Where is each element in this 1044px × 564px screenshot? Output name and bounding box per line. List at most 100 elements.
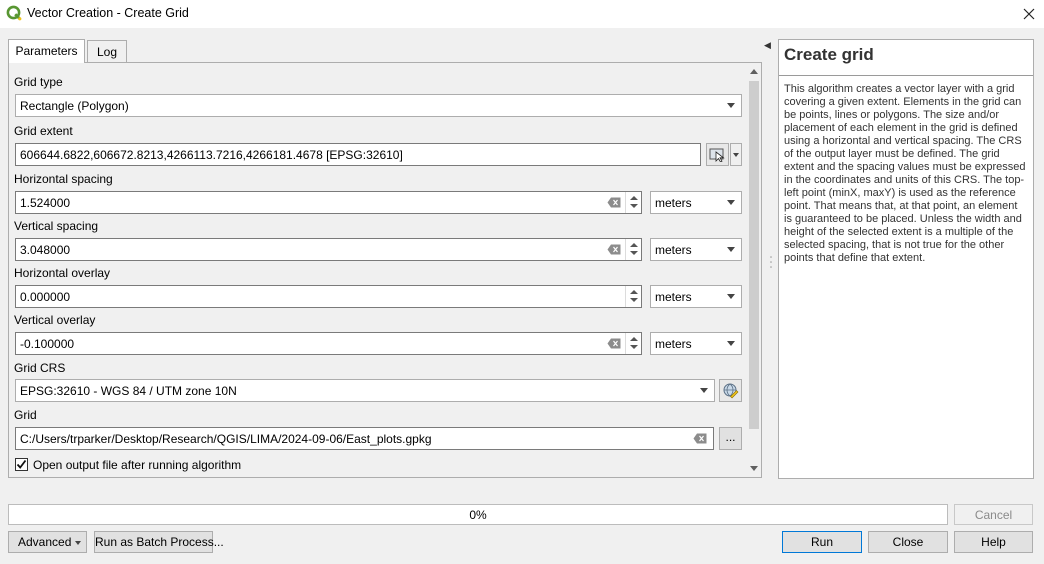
vertical-overlay-unit: meters: [655, 337, 692, 351]
progress-text: 0%: [469, 508, 487, 522]
grid-crs-label: Grid CRS: [14, 361, 66, 375]
browse-output-label: ...: [725, 430, 736, 444]
checkmark-icon: [16, 459, 27, 469]
spin-down-icon[interactable]: [630, 251, 638, 255]
parameters-scrollbar[interactable]: [747, 63, 761, 477]
close-icon: [1023, 8, 1035, 20]
open-output-checkbox[interactable]: [15, 458, 28, 471]
horizontal-overlay-stepper[interactable]: [625, 286, 641, 307]
chevron-down-icon: [727, 341, 735, 346]
tab-parameters-label: Parameters: [15, 44, 78, 58]
help-button-label: Help: [981, 535, 1006, 549]
scroll-up-icon[interactable]: [750, 69, 758, 74]
spin-down-icon[interactable]: [630, 204, 638, 208]
vertical-spacing-value: 3.048000: [20, 243, 71, 257]
help-text: This algorithm creates a vector layer wi…: [784, 83, 1026, 264]
spin-up-icon[interactable]: [630, 337, 638, 341]
horizontal-spacing-unit-select[interactable]: meters: [650, 191, 742, 214]
chevron-down-icon: [727, 247, 735, 252]
spin-up-icon[interactable]: [630, 243, 638, 247]
vertical-spacing-stepper[interactable]: [625, 239, 641, 260]
grid-type-label: Grid type: [14, 75, 63, 89]
vertical-overlay-unit-select[interactable]: meters: [650, 332, 742, 355]
chevron-down-icon: [727, 103, 735, 108]
window-title: Vector Creation - Create Grid: [27, 6, 189, 20]
advanced-button[interactable]: Advanced: [8, 531, 87, 553]
vertical-spacing-unit: meters: [655, 243, 692, 257]
grid-crs-value: EPSG:32610 - WGS 84 / UTM zone 10N: [20, 384, 237, 398]
horizontal-overlay-label: Horizontal overlay: [14, 266, 111, 280]
grid-extent-input[interactable]: 606644.6822,606672.8213,4266113.7216,426…: [15, 143, 701, 166]
clear-field-icon[interactable]: [607, 197, 621, 208]
chevron-down-icon: [75, 541, 81, 545]
grid-type-select[interactable]: Rectangle (Polygon): [15, 94, 742, 117]
extent-options-dropdown[interactable]: [730, 143, 742, 166]
clear-field-icon[interactable]: [607, 244, 621, 255]
run-button-label: Run: [810, 535, 833, 549]
chevron-down-icon: [700, 388, 708, 393]
close-window-button[interactable]: [1014, 0, 1044, 28]
select-extent-icon: [709, 148, 725, 162]
tab-log-label: Log: [96, 45, 118, 59]
run-button[interactable]: Run: [782, 531, 862, 553]
grid-extent-label: Grid extent: [14, 124, 73, 138]
clear-field-icon[interactable]: [693, 433, 707, 444]
progress-bar: 0%: [8, 504, 948, 525]
cancel-button[interactable]: Cancel: [954, 504, 1033, 525]
vertical-spacing-unit-select[interactable]: meters: [650, 238, 742, 261]
vertical-spacing-input[interactable]: 3.048000: [15, 238, 642, 261]
spin-down-icon[interactable]: [630, 345, 638, 349]
horizontal-overlay-input[interactable]: 0.000000: [15, 285, 642, 308]
crs-select-icon: [723, 383, 738, 398]
vertical-overlay-value: -0.100000: [20, 337, 75, 351]
grid-crs-select[interactable]: EPSG:32610 - WGS 84 / UTM zone 10N: [15, 379, 715, 402]
grid-output-label: Grid: [14, 408, 37, 422]
parameters-form: Grid type Rectangle (Polygon) Grid exten…: [9, 63, 747, 477]
vertical-spacing-label: Vertical spacing: [14, 219, 99, 233]
spin-up-icon[interactable]: [630, 290, 638, 294]
grid-output-value: C:/Users/trparker/Desktop/Research/QGIS/…: [20, 432, 432, 446]
vertical-overlay-stepper[interactable]: [625, 333, 641, 354]
horizontal-overlay-unit: meters: [655, 290, 692, 304]
help-title: Create grid: [784, 45, 874, 64]
help-button[interactable]: Help: [954, 531, 1033, 553]
grid-output-input[interactable]: C:/Users/trparker/Desktop/Research/QGIS/…: [15, 427, 714, 450]
help-divider: [779, 75, 1033, 76]
run-batch-button-label: Run as Batch Process...: [95, 535, 224, 549]
run-batch-button[interactable]: Run as Batch Process...: [94, 531, 224, 553]
advanced-button-label: Advanced: [18, 535, 72, 549]
chevron-down-icon: [727, 200, 735, 205]
tab-log[interactable]: Log: [87, 40, 127, 63]
select-extent-button[interactable]: [706, 143, 729, 166]
select-crs-button[interactable]: [719, 379, 742, 402]
horizontal-overlay-unit-select[interactable]: meters: [650, 285, 742, 308]
parameters-panel: Grid type Rectangle (Polygon) Grid exten…: [8, 62, 762, 478]
title-bar: Vector Creation - Create Grid: [0, 0, 1044, 28]
close-button-label: Close: [892, 535, 924, 549]
horizontal-spacing-value: 1.524000: [20, 196, 71, 210]
collapse-help-icon[interactable]: ◀: [764, 40, 771, 51]
chevron-down-icon: [727, 294, 735, 299]
spin-up-icon[interactable]: [630, 196, 638, 200]
splitter-handle[interactable]: [770, 255, 772, 269]
spin-down-icon[interactable]: [630, 298, 638, 302]
horizontal-spacing-label: Horizontal spacing: [14, 172, 113, 186]
browse-output-button[interactable]: ...: [719, 427, 742, 450]
horizontal-spacing-stepper[interactable]: [625, 192, 641, 213]
open-output-label: Open output file after running algorithm: [33, 458, 242, 472]
horizontal-overlay-value: 0.000000: [20, 290, 71, 304]
grid-type-value: Rectangle (Polygon): [20, 99, 129, 113]
close-button[interactable]: Close: [868, 531, 948, 553]
horizontal-spacing-input[interactable]: 1.524000: [15, 191, 642, 214]
vertical-overlay-input[interactable]: -0.100000: [15, 332, 642, 355]
clear-field-icon[interactable]: [607, 338, 621, 349]
qgis-logo-icon: [6, 5, 22, 21]
help-panel: Create grid This algorithm creates a vec…: [778, 39, 1034, 479]
cancel-button-label: Cancel: [974, 508, 1013, 522]
tab-parameters[interactable]: Parameters: [8, 39, 85, 63]
scroll-down-icon[interactable]: [750, 466, 758, 471]
horizontal-spacing-unit: meters: [655, 196, 692, 210]
scrollbar-thumb[interactable]: [749, 81, 759, 429]
vertical-overlay-label: Vertical overlay: [14, 313, 96, 327]
grid-extent-value: 606644.6822,606672.8213,4266113.7216,426…: [20, 148, 403, 162]
